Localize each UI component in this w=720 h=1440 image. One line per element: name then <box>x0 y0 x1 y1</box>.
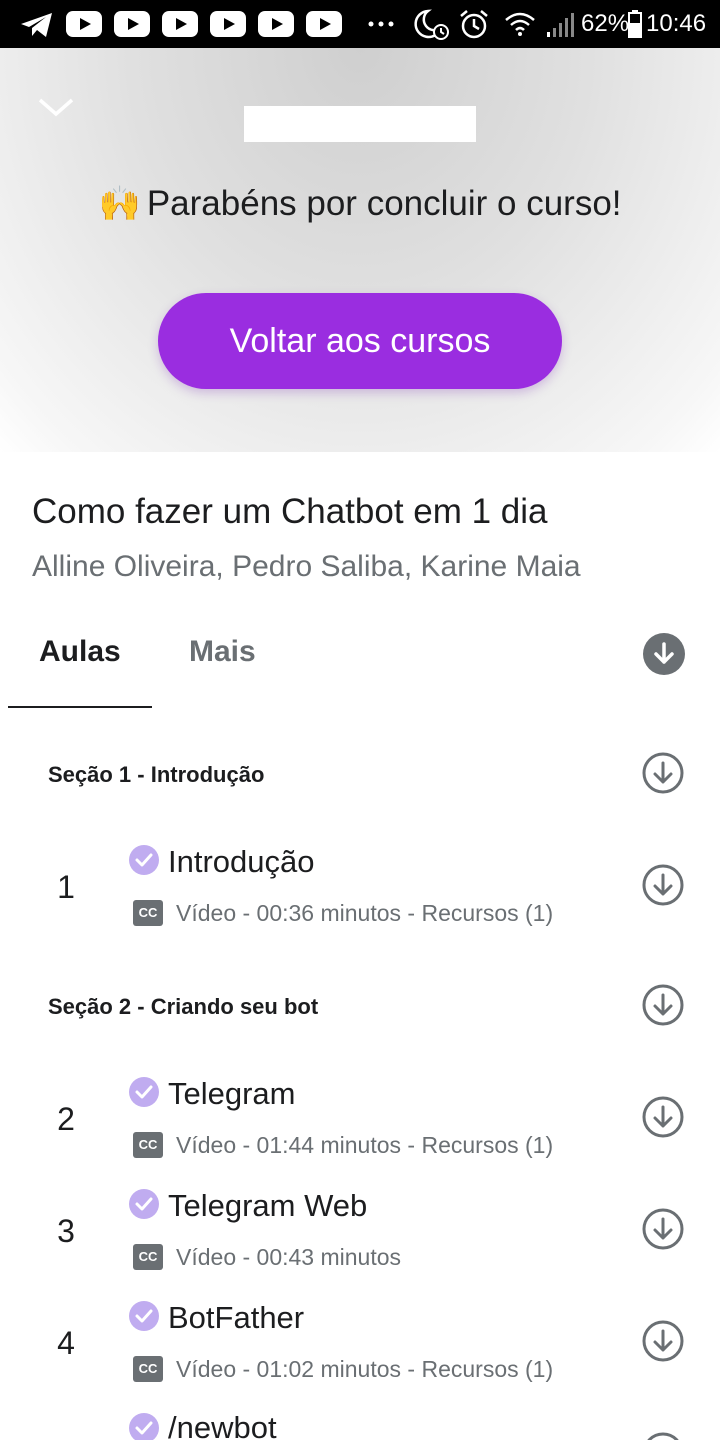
closed-captions-icon: CC <box>133 1132 163 1158</box>
lesson-title[interactable]: Telegram Web <box>168 1188 367 1224</box>
tab-lessons[interactable]: Aulas <box>39 635 121 669</box>
completion-banner: 🙌 Parabéns por concluir o curso! Voltar a… <box>0 48 720 452</box>
download-all-button[interactable] <box>643 633 685 675</box>
lesson-title[interactable]: Telegram <box>168 1076 296 1112</box>
completed-check-icon <box>129 845 159 875</box>
alarm-icon <box>460 10 488 39</box>
section-title: Seção 2 - Criando seu bot <box>48 994 319 1019</box>
moon-clock-icon <box>414 9 449 40</box>
closed-captions-icon: CC <box>133 900 163 926</box>
lesson-number: 3 <box>57 1213 75 1249</box>
raising-hands-icon: 🙌 <box>98 185 141 223</box>
lesson-title[interactable]: BotFather <box>168 1300 304 1336</box>
completed-check-icon <box>129 1077 159 1107</box>
course-title: Como fazer um Chatbot em 1 dia <box>32 492 548 531</box>
download-arrow-icon <box>654 642 674 664</box>
lesson-meta: Vídeo - 00:43 minutos <box>176 1244 402 1270</box>
battery-percent: 62% <box>581 10 630 37</box>
section-download-icon[interactable] <box>642 752 684 794</box>
completed-check-icon <box>129 1413 159 1440</box>
youtube-icon <box>162 11 198 37</box>
completed-check-icon <box>129 1301 159 1331</box>
lesson-meta: Vídeo - 00:36 minutos - Recursos (1) <box>176 900 554 926</box>
lesson-download-icon[interactable] <box>642 1432 684 1440</box>
lesson-title[interactable]: Introdução <box>168 844 315 880</box>
signal-icon <box>547 13 574 37</box>
status-bar: 62% 10:46 <box>0 0 720 48</box>
lesson-download-icon[interactable] <box>642 1208 684 1250</box>
lesson-download-icon[interactable] <box>642 1096 684 1138</box>
youtube-icon <box>306 11 342 37</box>
lesson-meta: Vídeo - 01:02 minutos - Recursos (1) <box>176 1356 554 1382</box>
youtube-icon <box>258 11 294 37</box>
lesson-download-icon[interactable] <box>642 864 684 906</box>
lesson-meta: Vídeo - 01:44 minutos - Recursos (1) <box>176 1132 554 1158</box>
back-to-courses-button[interactable]: Voltar aos cursos <box>158 293 562 389</box>
active-tab-indicator <box>8 706 152 708</box>
wifi-icon <box>505 12 535 36</box>
logo <box>244 106 476 142</box>
youtube-icon <box>210 11 246 37</box>
battery-icon <box>628 10 642 38</box>
telegram-icon <box>21 13 52 37</box>
more-dots-icon <box>368 21 394 27</box>
lesson-title[interactable]: /newbot <box>168 1410 277 1440</box>
lesson-number: 2 <box>57 1101 75 1137</box>
congrats-text: Parabéns por concluir o curso! <box>146 184 622 223</box>
completed-check-icon <box>129 1189 159 1219</box>
chevron-down-icon[interactable] <box>36 92 76 122</box>
lesson-download-icon[interactable] <box>642 1320 684 1362</box>
congrats-message: 🙌 Parabéns por concluir o curso! <box>0 184 720 224</box>
course-authors: Alline Oliveira, Pedro Saliba, Karine Ma… <box>32 550 581 583</box>
lesson-number: 4 <box>57 1325 75 1361</box>
section-download-icon[interactable] <box>642 984 684 1026</box>
youtube-icon <box>66 11 102 37</box>
lesson-number: 1 <box>57 869 75 905</box>
tab-more[interactable]: Mais <box>189 635 256 669</box>
section-title: Seção 1 - Introdução <box>48 762 265 787</box>
youtube-icon <box>114 11 150 37</box>
closed-captions-icon: CC <box>133 1244 163 1270</box>
closed-captions-icon: CC <box>133 1356 163 1382</box>
clock: 10:46 <box>646 10 707 37</box>
